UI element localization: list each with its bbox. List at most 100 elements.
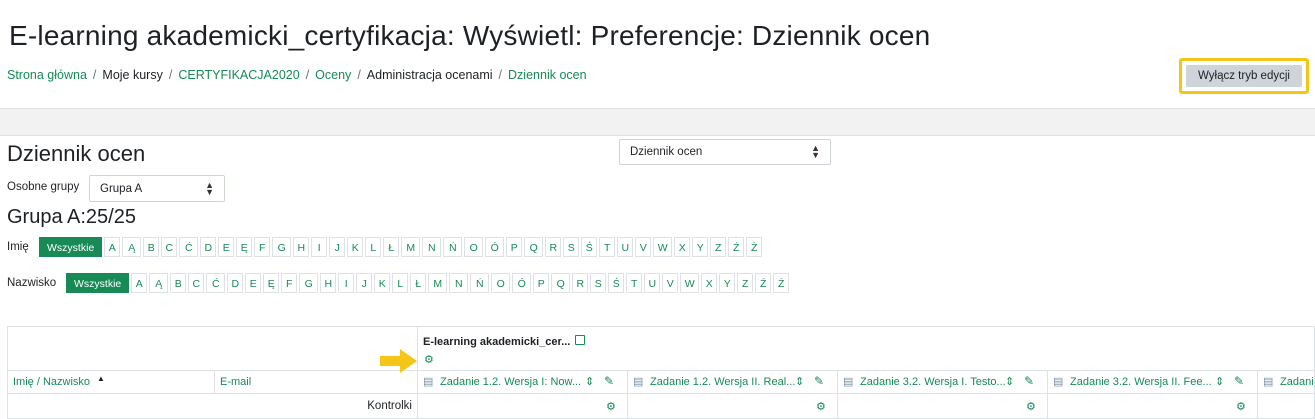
assignment-column-header[interactable]: ▤ Zadanie 1.2. Wersja I: Now... ⇕ ✎ [417, 370, 628, 394]
last-name-letter-button[interactable]: O [491, 273, 511, 293]
first-name-letter-button[interactable]: Ż [746, 237, 763, 257]
first-name-letter-button[interactable]: F [254, 237, 271, 257]
last-name-letter-button[interactable]: Ń [470, 273, 490, 293]
edit-pencil-icon[interactable]: ✎ [1234, 374, 1244, 388]
assignment-link[interactable]: Zadani [1280, 376, 1314, 388]
first-name-letter-button[interactable]: K [347, 237, 364, 257]
last-name-letter-button[interactable]: H [320, 273, 337, 293]
assignment-link[interactable]: Zadanie 3.2. Wersja II. Fee... [1070, 376, 1212, 388]
sort-toggle-icon[interactable]: ⇕ [1215, 375, 1224, 388]
assignment-column-header[interactable]: ▤ Zadani [1257, 370, 1315, 394]
last-name-letter-button[interactable]: Y [719, 273, 736, 293]
first-name-letter-button[interactable]: N [422, 237, 442, 257]
first-name-letter-button[interactable]: Q [524, 237, 544, 257]
last-name-letter-button[interactable]: J [356, 273, 373, 293]
first-name-letter-button[interactable]: B [143, 237, 160, 257]
last-name-letter-button[interactable]: G [299, 273, 319, 293]
sort-toggle-icon[interactable]: ⇕ [795, 375, 804, 388]
last-name-letter-button[interactable]: R [572, 273, 589, 293]
item-settings-gear-icon[interactable]: ⚙ [606, 400, 616, 413]
category-settings-gear-icon[interactable]: ⚙ [424, 353, 434, 366]
last-name-letter-button[interactable]: A [131, 273, 148, 293]
first-name-letter-button[interactable]: O [464, 237, 484, 257]
turn-editing-off-button[interactable]: Wyłącz tryb edycji [1186, 65, 1302, 87]
last-name-letter-button[interactable]: Ę [263, 273, 280, 293]
first-name-letter-button[interactable]: A [104, 237, 121, 257]
last-name-letter-button[interactable]: E [245, 273, 262, 293]
last-name-letter-button[interactable]: I [338, 273, 355, 293]
first-name-letter-button[interactable]: V [635, 237, 652, 257]
first-name-letter-button[interactable]: Ł [383, 237, 400, 257]
last-name-letter-button[interactable]: L [392, 273, 409, 293]
edit-pencil-icon[interactable]: ✎ [1024, 374, 1034, 388]
first-name-letter-button[interactable]: I [311, 237, 328, 257]
first-name-letter-button[interactable]: R [545, 237, 562, 257]
last-name-letter-button[interactable]: C [188, 273, 205, 293]
first-name-letter-button[interactable]: Ź [728, 237, 745, 257]
first-name-letter-button[interactable]: S [563, 237, 580, 257]
breadcrumb-item[interactable]: CERTYFIKACJA2020 [178, 68, 299, 82]
first-name-all-button[interactable]: Wszystkie [39, 237, 103, 257]
last-name-letter-button[interactable]: S [590, 273, 607, 293]
assignment-column-header[interactable]: ▤ Zadanie 1.2. Wersja II. Real... ⇕ ✎ [627, 370, 838, 394]
first-name-letter-button[interactable]: Ń [443, 237, 463, 257]
first-name-letter-button[interactable]: Ą [122, 237, 142, 257]
last-name-letter-button[interactable]: W [680, 273, 700, 293]
last-name-letter-button[interactable]: Ź [755, 273, 772, 293]
last-name-letter-button[interactable]: M [428, 273, 448, 293]
breadcrumb-item[interactable]: Oceny [315, 68, 351, 82]
collapse-checkbox-icon[interactable] [575, 335, 586, 345]
first-name-letter-button[interactable]: D [200, 237, 217, 257]
item-settings-gear-icon[interactable]: ⚙ [1026, 400, 1036, 413]
first-name-letter-button[interactable]: M [401, 237, 421, 257]
sort-toggle-icon[interactable]: ⇕ [585, 375, 594, 388]
first-name-letter-button[interactable]: Y [692, 237, 709, 257]
last-name-letter-button[interactable]: N [449, 273, 469, 293]
first-name-letter-button[interactable]: Ę [236, 237, 253, 257]
sort-toggle-icon[interactable]: ⇕ [1005, 375, 1014, 388]
first-name-letter-button[interactable]: U [617, 237, 634, 257]
first-name-letter-button[interactable]: Ś [581, 237, 598, 257]
first-name-letter-button[interactable]: P [506, 237, 523, 257]
last-name-letter-button[interactable]: K [374, 273, 391, 293]
assignment-column-header[interactable]: ▤ Zadanie 3.2. Wersja II. Fee... ⇕ ✎ [1047, 370, 1258, 394]
last-name-letter-button[interactable]: Ć [206, 273, 226, 293]
assignment-link[interactable]: Zadanie 1.2. Wersja I: Now... [440, 376, 581, 388]
edit-pencil-icon[interactable]: ✎ [814, 374, 824, 388]
last-name-letter-button[interactable]: Q [551, 273, 571, 293]
last-name-letter-button[interactable]: X [701, 273, 718, 293]
last-name-letter-button[interactable]: Z [737, 273, 754, 293]
column-header-name[interactable]: Imię / Nazwisko ▲ [7, 370, 215, 394]
group-select[interactable]: Grupa A ▲ ▼ [89, 175, 225, 202]
assignment-column-header[interactable]: ▤ Zadanie 3.2. Wersja I. Testo... ⇕ ✎ [837, 370, 1048, 394]
assignment-link[interactable]: Zadanie 3.2. Wersja I. Testo... [860, 376, 1006, 388]
last-name-letter-button[interactable]: U [644, 273, 661, 293]
first-name-letter-button[interactable]: T [599, 237, 616, 257]
last-name-letter-button[interactable]: Ó [512, 273, 532, 293]
last-name-letter-button[interactable]: Ł [410, 273, 427, 293]
last-name-letter-button[interactable]: F [281, 273, 298, 293]
breadcrumb-item[interactable]: Strona główna [7, 68, 87, 82]
last-name-letter-button[interactable]: V [662, 273, 679, 293]
last-name-letter-button[interactable]: T [626, 273, 643, 293]
first-name-letter-button[interactable]: W [653, 237, 673, 257]
first-name-letter-button[interactable]: E [218, 237, 235, 257]
first-name-letter-button[interactable]: C [161, 237, 178, 257]
item-settings-gear-icon[interactable]: ⚙ [816, 400, 826, 413]
first-name-letter-button[interactable]: J [329, 237, 346, 257]
item-settings-gear-icon[interactable]: ⚙ [1236, 400, 1246, 413]
first-name-letter-button[interactable]: H [293, 237, 310, 257]
email-column-label[interactable]: E-mail [220, 376, 251, 388]
edit-pencil-icon[interactable]: ✎ [604, 374, 614, 388]
first-name-letter-button[interactable]: G [272, 237, 292, 257]
first-name-letter-button[interactable]: X [674, 237, 691, 257]
column-header-email[interactable]: E-mail [214, 370, 418, 394]
last-name-letter-button[interactable]: Ą [149, 273, 169, 293]
breadcrumb-item[interactable]: Dziennik ocen [508, 68, 587, 82]
last-name-letter-button[interactable]: Ś [608, 273, 625, 293]
assignment-link[interactable]: Zadanie 1.2. Wersja II. Real... [650, 376, 795, 388]
last-name-letter-button[interactable]: D [227, 273, 244, 293]
first-name-letter-button[interactable]: Z [710, 237, 727, 257]
sort-by-name-link[interactable]: Imię / Nazwisko [13, 376, 90, 388]
first-name-letter-button[interactable]: Ó [485, 237, 505, 257]
